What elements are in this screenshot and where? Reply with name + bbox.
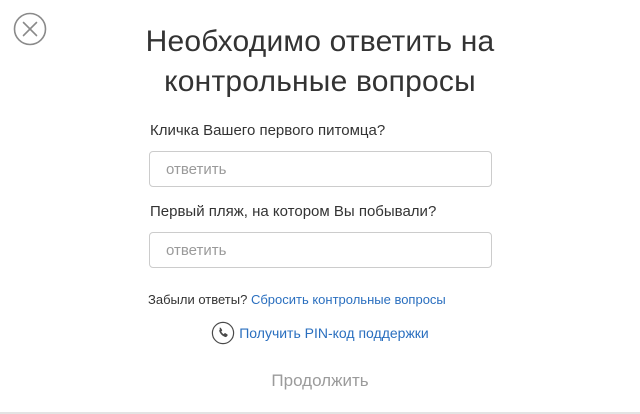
reset-security-questions-link[interactable]: Сбросить контрольные вопросы [251,292,446,307]
question-2-answer-input[interactable] [149,232,492,268]
continue-button[interactable]: Продолжить [0,370,640,392]
get-support-pin-link[interactable]: Получить PIN-код поддержки [239,324,429,342]
forgot-answers-text: Забыли ответы? [148,292,248,307]
page-title-line-2: контрольные вопросы [164,65,476,98]
security-questions-dialog: Необходимо ответить на контрольные вопро… [0,0,640,414]
question-2-label: Первый пляж, на котором Вы побывали? [150,203,437,220]
page-title: Необходимо ответить на контрольные вопро… [0,22,640,102]
question-1-label: Кличка Вашего первого питомца? [150,122,386,139]
phone-circle-icon [212,321,235,345]
forgot-answers-row: Забыли ответы? Сбросить контрольные вопр… [148,291,446,309]
support-pin-row[interactable]: Получить PIN-код поддержки [0,321,640,345]
question-1-answer-input[interactable] [149,151,492,187]
page-title-line-1: Необходимо ответить на [145,25,495,58]
